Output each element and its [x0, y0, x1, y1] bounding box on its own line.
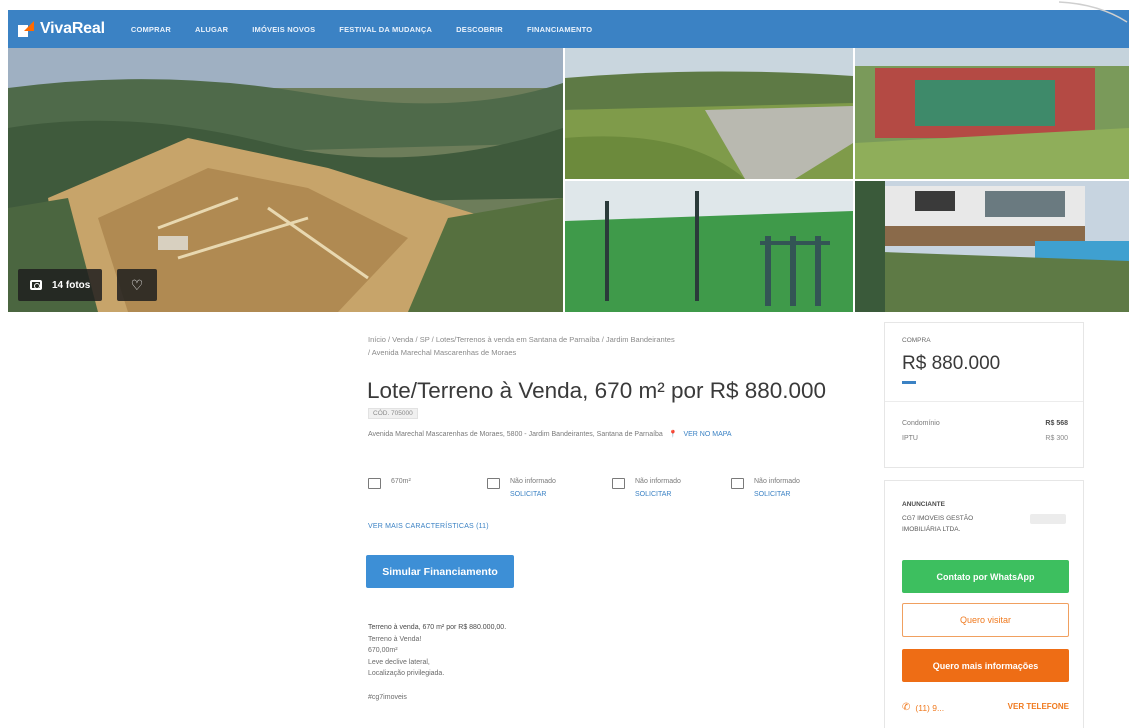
photos-count-button[interactable]: 14 fotos [18, 269, 103, 301]
listing-address: Avenida Marechal Mascarenhas de Moraes, … [368, 430, 732, 438]
nav-imoveis-novos[interactable]: IMÓVEIS NOVOS [252, 25, 315, 34]
nav-descobrir[interactable]: DESCOBRIR [456, 25, 503, 34]
vivareal-logo[interactable]: VivaReal [18, 20, 105, 38]
listing-description: Terreno à venda, 670 m² por R$ 880.000,0… [368, 622, 506, 703]
feature-parking-value: Não informado [754, 478, 800, 485]
description-line: 670,00m² [368, 647, 398, 654]
breadcrumb: Início / Venda / SP / Lotes/Terrenos à v… [368, 333, 808, 359]
main-nav: COMPRAR ALUGAR IMÓVEIS NOVOS FESTIVAL DA… [131, 25, 617, 34]
listing-code: CÓD. 705000 [368, 408, 418, 419]
description-line: Leve declive lateral, [368, 658, 430, 666]
more-features-link[interactable]: VER MAIS CARACTERÍSTICAS (11) [368, 523, 489, 530]
price-accent-bar [902, 381, 916, 384]
map-pin-icon: 📍 [668, 431, 678, 438]
agency-name[interactable]: CG7 IMOVEIS GESTÃO IMOBILIÁRIA LTDA. [902, 513, 1012, 535]
decorative-curve [1059, 1, 1128, 23]
price-label: COMPRA [902, 337, 931, 344]
feature-area-value: 670m² [391, 478, 411, 485]
phone-number: ✆ (11) 9... [902, 702, 944, 713]
feature-parking: Não informado SOLICITAR [731, 478, 800, 498]
condo-row: Condomínio R$ 568 [902, 420, 1068, 427]
price-value: R$ 880.000 [902, 353, 1001, 374]
feature-bedrooms: Não informado SOLICITAR [487, 478, 556, 498]
photo-3[interactable] [855, 48, 1129, 179]
schedule-visit-button[interactable]: Quero visitar [902, 603, 1069, 637]
whatsapp-contact-button[interactable]: Contato por WhatsApp [902, 560, 1069, 593]
top-nav-bar: VivaReal COMPRAR ALUGAR IMÓVEIS NOVOS FE… [8, 10, 1129, 48]
iptu-label: IPTU [902, 435, 918, 442]
description-line: Localização privilegiada. [368, 670, 445, 677]
feature-bathrooms-value: Não informado [635, 478, 681, 485]
feature-bedrooms-value: Não informado [510, 478, 556, 485]
iptu-row: IPTU R$ 300 [902, 435, 1068, 442]
price-divider [885, 401, 1083, 402]
area-icon [368, 478, 381, 489]
request-parking-link[interactable]: SOLICITAR [754, 491, 800, 498]
photo-gallery: 14 fotos ♡ [8, 48, 1129, 312]
see-phone-link[interactable]: VER TELEFONE [1008, 702, 1069, 713]
car-icon [731, 478, 744, 489]
price-card: COMPRA R$ 880.000 Condomínio R$ 568 IPTU… [884, 322, 1084, 468]
phone-icon: ✆ [902, 702, 911, 713]
nav-alugar[interactable]: ALUGAR [195, 25, 228, 34]
description-tag: #cg7imoveis [368, 693, 407, 701]
phone-row: ✆ (11) 9... VER TELEFONE [902, 702, 1069, 713]
brand-name: VivaReal [40, 20, 105, 37]
bed-icon [487, 478, 500, 489]
listing-title: Lote/Terreno à Venda, 670 m² por R$ 880.… [367, 378, 827, 403]
address-text: Avenida Marechal Mascarenhas de Moraes, … [368, 431, 663, 438]
feature-bathrooms: Não informado SOLICITAR [612, 478, 681, 498]
request-bathrooms-link[interactable]: SOLICITAR [635, 491, 681, 498]
advertiser-label: ANUNCIANTE [902, 501, 945, 508]
contact-card: ANUNCIANTE CG7 IMOVEIS GESTÃO IMOBILIÁRI… [884, 480, 1084, 728]
agency-logo [1030, 514, 1066, 524]
description-line: Terreno à venda, 670 m² por R$ 880.000,0… [368, 624, 507, 631]
simulate-financing-button[interactable]: Simular Financiamento [366, 555, 514, 588]
breadcrumb-line-1[interactable]: Início / Venda / SP / Lotes/Terrenos à v… [368, 333, 808, 346]
condo-value: R$ 568 [1045, 420, 1068, 427]
photo-2[interactable] [565, 48, 853, 179]
more-info-button[interactable]: Quero mais informações [902, 649, 1069, 682]
nav-comprar[interactable]: COMPRAR [131, 25, 171, 34]
bath-icon [612, 478, 625, 489]
photo-4[interactable] [565, 181, 853, 312]
breadcrumb-line-2[interactable]: / Avenida Marechal Mascarenhas de Moraes [368, 346, 808, 359]
favorite-button[interactable]: ♡ [117, 269, 157, 301]
feature-area: 670m² [368, 478, 411, 489]
description-line: Terreno à Venda! [368, 635, 422, 643]
photos-count-label: 14 fotos [52, 279, 91, 291]
heart-icon: ♡ [130, 276, 144, 293]
view-on-map-link[interactable]: VER NO MAPA [683, 431, 731, 438]
photo-5[interactable] [855, 181, 1129, 312]
nav-festival[interactable]: FESTIVAL DA MUDANÇA [339, 25, 432, 34]
logo-mark-icon [18, 21, 34, 37]
nav-financiamento[interactable]: FINANCIAMENTO [527, 25, 592, 34]
phone-partial: (11) 9... [915, 702, 945, 713]
iptu-value: R$ 300 [1045, 435, 1068, 442]
camera-icon [30, 280, 42, 290]
condo-label: Condomínio [902, 420, 940, 427]
request-bedrooms-link[interactable]: SOLICITAR [510, 491, 556, 498]
